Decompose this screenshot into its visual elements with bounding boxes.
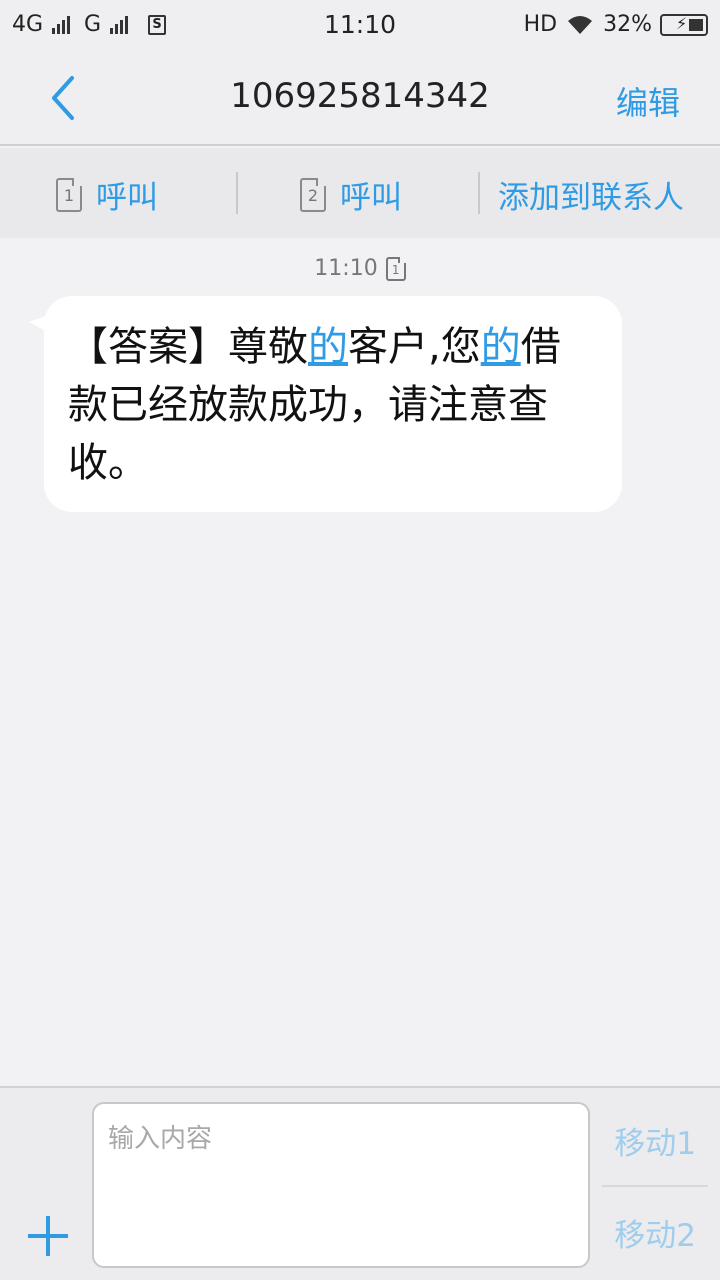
hd-label: HD (523, 12, 558, 37)
call-sim1-label: 呼叫 (96, 180, 158, 216)
sim1-icon: 1 (385, 256, 406, 281)
action-row: 1 呼叫 2 呼叫 添加到联系人 (0, 148, 720, 238)
battery-percent: 32% (603, 12, 652, 37)
send-sim2-button[interactable]: 移动2 (614, 1210, 696, 1255)
conversation-header: 106925814342 编辑 (0, 50, 720, 146)
message-text: 客户,您 (348, 324, 481, 370)
status-right: HD 32% ⚡ (524, 12, 708, 37)
divider (478, 172, 480, 214)
edit-button[interactable]: 编辑 (616, 78, 680, 124)
message-link[interactable]: 的 (308, 324, 348, 370)
divider (602, 1185, 708, 1187)
status-bar: 4G G S 11:10 HD 32% ⚡ (0, 0, 720, 50)
divider (236, 172, 238, 214)
message-bubble[interactable]: 【答案】尊敬的客户,您的借款已经放款成功，请注意查收。 (44, 296, 622, 512)
message-time: 11:10 (314, 256, 378, 281)
add-contact-button[interactable]: 添加到联系人 (498, 172, 684, 217)
call-sim2-button[interactable]: 2 呼叫 (300, 172, 402, 217)
message-link[interactable]: 的 (481, 324, 521, 370)
send-sim1-button[interactable]: 移动1 (614, 1118, 696, 1163)
call-sim2-label: 呼叫 (340, 180, 402, 216)
sim1-icon: 1 (56, 177, 82, 212)
composer: 输入内容 (0, 1086, 720, 1280)
battery-icon: ⚡ (660, 13, 708, 36)
call-sim1-button[interactable]: 1 呼叫 (56, 172, 158, 217)
message-input[interactable]: 输入内容 (92, 1102, 590, 1268)
message-text: 【答案】尊敬 (68, 324, 308, 370)
sim2-icon: 2 (300, 177, 326, 212)
add-attachment-button[interactable] (28, 1216, 68, 1256)
wifi-icon (568, 15, 593, 34)
page-title: 106925814342 (230, 76, 490, 116)
message-timestamp: 11:10 1 (0, 256, 720, 281)
